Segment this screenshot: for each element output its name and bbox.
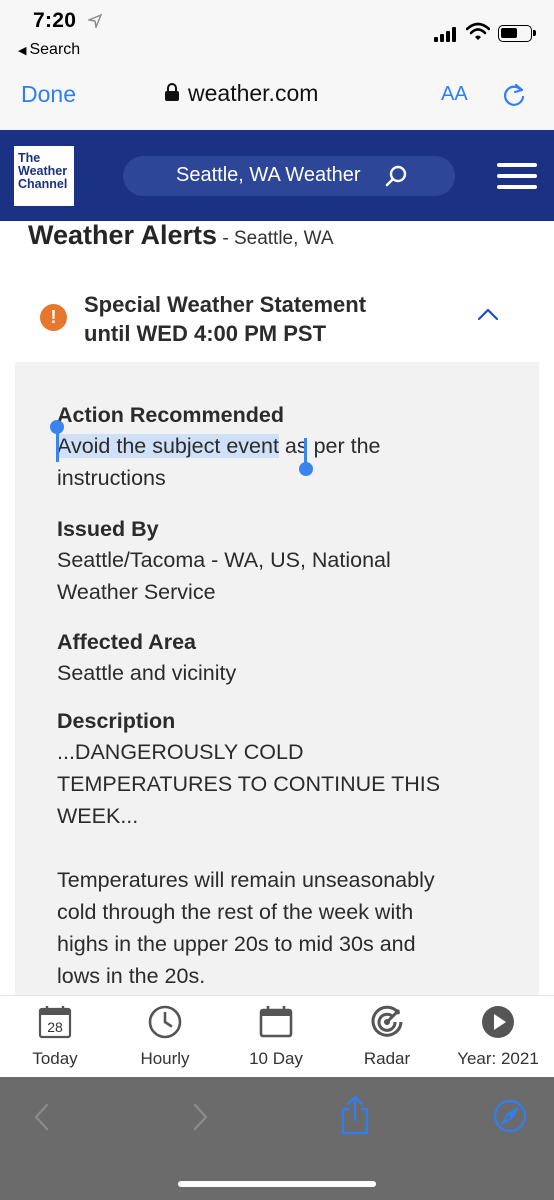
description-line: lows in the 20s.: [57, 964, 206, 988]
location-search-bar[interactable]: Seattle, WA Weather: [123, 156, 455, 196]
alert-title-line: Special Weather Statement: [84, 292, 367, 317]
back-arrow-icon[interactable]: [32, 1102, 50, 1132]
browser-address-bar: Done weather.com AA: [0, 68, 554, 130]
affected-area-section: Affected Area Seattle and vicinity: [57, 627, 507, 689]
search-icon: [385, 165, 407, 187]
status-bar: 7:20 ◀ Search: [0, 0, 554, 68]
affected-area-value: Seattle and vicinity: [57, 661, 237, 685]
lock-icon: [165, 83, 179, 101]
site-header: The Weather Channel Seattle, WA Weather: [0, 130, 554, 221]
selection-start-knob[interactable]: [50, 420, 64, 434]
tab-label: Hourly: [140, 1049, 190, 1068]
tab-label: 10 Day: [249, 1049, 303, 1068]
description-line: Temperatures will remain unseasonably: [57, 868, 435, 892]
tab-10-day[interactable]: 10 Day: [221, 1004, 331, 1069]
alert-warning-icon: !: [40, 304, 67, 331]
description-section: Description ...DANGEROUSLY COLD TEMPERAT…: [57, 706, 507, 992]
page-title: Weather Alerts - Seattle, WA: [28, 220, 334, 251]
calendar-icon: [259, 1006, 293, 1038]
forecast-tab-bar: 28 Today Hourly 10 Day Radar Year: 2021: [0, 995, 554, 1077]
action-recommended-section: Action Recommended Avoid the subject eve…: [57, 400, 507, 494]
cellular-signal-icon: [434, 26, 460, 42]
back-to-search-label: Search: [29, 41, 81, 58]
issued-by-line: Weather Service: [57, 580, 216, 604]
description-line: [57, 832, 507, 864]
url-text: weather.com: [188, 80, 319, 106]
tab-hourly[interactable]: Hourly: [110, 1004, 220, 1069]
description-line: ...DANGEROUSLY COLD: [57, 740, 304, 764]
reload-icon[interactable]: [501, 82, 527, 108]
share-icon[interactable]: [340, 1095, 370, 1135]
tab-label: Today: [32, 1049, 78, 1068]
alert-title-line: until WED 4:00 PM PST: [84, 321, 327, 346]
battery-icon: [498, 25, 536, 42]
clock-icon: [148, 1005, 182, 1039]
radar-icon: [371, 1005, 403, 1037]
location-arrow-icon: [88, 14, 102, 28]
hamburger-menu-icon[interactable]: [497, 163, 537, 189]
selected-text[interactable]: Avoid the subject event: [57, 434, 279, 458]
tab-label: Year: 2021: [457, 1049, 539, 1068]
issued-by-label: Issued By: [57, 517, 159, 541]
issued-by-line: Seattle/Tacoma - WA, US, National: [57, 548, 391, 572]
tab-label: Radar: [363, 1049, 411, 1068]
back-to-search-link[interactable]: ◀ Search: [18, 41, 80, 59]
action-text-rest: instructions: [57, 466, 166, 490]
url-field[interactable]: weather.com: [165, 80, 319, 107]
action-text-rest: as per the: [278, 434, 381, 458]
forward-arrow-icon[interactable]: [192, 1102, 210, 1132]
tab-year-playback[interactable]: Year: 2021: [443, 1004, 553, 1069]
tab-radar[interactable]: Radar: [332, 1004, 442, 1069]
affected-area-label: Affected Area: [57, 630, 196, 654]
logo-line: Channel: [18, 177, 68, 191]
compass-icon[interactable]: [493, 1099, 527, 1133]
description-line: TEMPERATURES TO CONTINUE THIS: [57, 772, 441, 796]
issued-by-section: Issued By Seattle/Tacoma - WA, US, Natio…: [57, 514, 507, 608]
description-line: WEEK...: [57, 804, 139, 828]
alert-details-panel: Action Recommended Avoid the subject eve…: [15, 362, 539, 1002]
tab-today[interactable]: 28 Today: [0, 1004, 110, 1069]
description-text: ...DANGEROUSLY COLD TEMPERATURES TO CONT…: [57, 736, 507, 992]
description-line: cold through the rest of the week with: [57, 900, 414, 924]
status-time: 7:20: [33, 9, 77, 32]
page-title-text: Weather Alerts: [28, 220, 218, 250]
browser-bottom-toolbar: [0, 1077, 554, 1200]
selection-end-knob[interactable]: [299, 462, 313, 476]
text-size-button[interactable]: AA: [441, 83, 468, 106]
wifi-icon: [466, 22, 490, 40]
play-icon: [482, 1006, 514, 1038]
issued-by-value: Seattle/Tacoma - WA, US, National Weathe…: [57, 544, 507, 608]
home-indicator: [178, 1181, 376, 1187]
weather-channel-logo[interactable]: The Weather Channel: [14, 146, 74, 206]
chevron-up-icon[interactable]: [477, 307, 499, 321]
location-search-text: Seattle, WA Weather: [176, 164, 361, 186]
alert-title: Special Weather Statement until WED 4:00…: [84, 290, 454, 348]
alert-header[interactable]: ! Special Weather Statement until WED 4:…: [40, 290, 510, 348]
action-recommended-label: Action Recommended: [57, 403, 284, 427]
action-recommended-value: Avoid the subject event as per the instr…: [57, 430, 507, 494]
description-line: highs in the upper 20s to mid 30s and: [57, 932, 416, 956]
page-subtitle: - Seattle, WA: [217, 228, 334, 249]
calendar-day-icon: 28: [38, 1006, 72, 1039]
calendar-day-number: 28: [47, 1019, 63, 1035]
done-button[interactable]: Done: [21, 81, 76, 108]
description-label: Description: [57, 709, 176, 733]
